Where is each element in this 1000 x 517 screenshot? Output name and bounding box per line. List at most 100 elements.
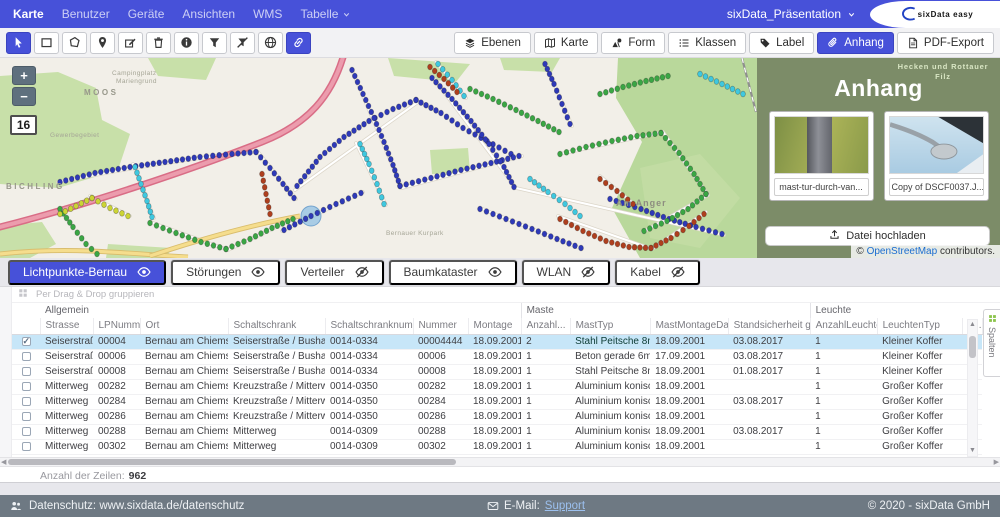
map-pin[interactable]	[322, 150, 327, 156]
row-checkbox[interactable]	[22, 382, 31, 391]
map-pin[interactable]	[702, 211, 707, 217]
map-pin[interactable]	[58, 211, 63, 217]
map-pin[interactable]	[707, 228, 712, 234]
map-pin[interactable]	[75, 230, 80, 236]
map-pin[interactable]	[461, 125, 466, 131]
map-pin[interactable]	[108, 205, 113, 211]
map-pin[interactable]	[359, 190, 364, 196]
map-pin[interactable]	[268, 165, 273, 171]
map-pin[interactable]	[440, 66, 445, 72]
map-pin[interactable]	[298, 219, 303, 225]
map-pin[interactable]	[638, 80, 643, 86]
map-pin[interactable]	[437, 72, 442, 78]
map-pin[interactable]	[551, 126, 556, 132]
row-checkbox[interactable]	[22, 427, 31, 436]
map-pin[interactable]	[291, 216, 296, 222]
map-pin[interactable]	[741, 91, 746, 97]
map-pin[interactable]	[95, 251, 100, 257]
map-pin[interactable]	[557, 94, 562, 100]
map-pin[interactable]	[455, 121, 460, 127]
map-pin[interactable]	[642, 228, 647, 234]
map-pin[interactable]	[598, 176, 603, 182]
map-pin[interactable]	[573, 209, 578, 215]
map-pin[interactable]	[615, 86, 620, 92]
map-pin[interactable]	[270, 225, 275, 231]
map-pin[interactable]	[512, 184, 517, 190]
map-pin[interactable]	[494, 153, 499, 159]
zoom-in-button[interactable]: +	[12, 66, 36, 85]
map-pin[interactable]	[614, 198, 619, 204]
map-pin[interactable]	[150, 214, 155, 220]
map-pin[interactable]	[262, 184, 267, 190]
map-pin[interactable]	[352, 193, 357, 199]
map-pin[interactable]	[379, 194, 384, 200]
column-header-standsicherheit-gepr[interactable]: Standsicherheit gepr.	[728, 318, 810, 334]
map-pin[interactable]	[528, 176, 533, 182]
map-pin[interactable]	[145, 162, 150, 168]
map-pin[interactable]	[713, 229, 718, 235]
map-pin[interactable]	[672, 145, 677, 151]
map-pin[interactable]	[416, 178, 421, 184]
map-pin[interactable]	[537, 183, 542, 189]
map-pin[interactable]	[579, 245, 584, 251]
map-pin[interactable]	[536, 118, 541, 124]
map-pin[interactable]	[546, 189, 551, 195]
map-pin[interactable]	[628, 134, 633, 140]
map-pin[interactable]	[309, 213, 314, 219]
map-pin[interactable]	[663, 135, 668, 141]
map-pin[interactable]	[217, 152, 222, 158]
scroll-up-arrow[interactable]: ▲	[968, 320, 977, 330]
map-pin[interactable]	[698, 71, 703, 77]
map-pin[interactable]	[644, 78, 649, 84]
map-pin[interactable]	[692, 219, 697, 225]
map-pin[interactable]	[450, 96, 455, 102]
map-pin[interactable]	[548, 234, 553, 240]
map-pin[interactable]	[497, 145, 502, 151]
map-pin[interactable]	[639, 206, 644, 212]
map-pin[interactable]	[217, 244, 222, 250]
map-pin[interactable]	[609, 240, 614, 246]
map-pin[interactable]	[377, 127, 382, 133]
map-pin[interactable]	[609, 88, 614, 94]
map-pin[interactable]	[87, 172, 92, 178]
map-pin[interactable]	[58, 179, 63, 185]
map-pin[interactable]	[557, 197, 562, 203]
map-pin[interactable]	[374, 121, 379, 127]
map-pin[interactable]	[436, 61, 441, 67]
column-header-anzahlleuchten[interactable]: AnzahlLeuchten	[810, 318, 877, 334]
map-pin[interactable]	[503, 148, 508, 154]
map-pin[interactable]	[174, 230, 179, 236]
map-pin[interactable]	[168, 158, 173, 164]
map-pin[interactable]	[517, 153, 522, 159]
map-pin[interactable]	[141, 187, 146, 193]
table-row[interactable]: Seiserstraße00006Bernau am ChiemseeSeise…	[12, 349, 982, 364]
layer-tab-verteiler[interactable]: Verteiler	[285, 260, 383, 285]
map-pin[interactable]	[603, 180, 608, 186]
delete-tool[interactable]	[146, 32, 171, 54]
map-pin[interactable]	[485, 94, 490, 100]
map-pin[interactable]	[621, 243, 626, 249]
row-checkbox[interactable]	[22, 352, 31, 361]
table-row[interactable]: Seiserstraße00004Bernau am ChiemseeSeise…	[12, 334, 982, 349]
map-pin[interactable]	[104, 168, 109, 174]
map-pin[interactable]	[79, 200, 84, 206]
attachment-thumbnail[interactable]: mast-tur-durch-van...	[769, 111, 874, 201]
filter-off-tool[interactable]	[230, 32, 255, 54]
map-pin[interactable]	[432, 68, 437, 74]
map-pin[interactable]	[653, 223, 658, 229]
map-pin[interactable]	[260, 171, 265, 177]
map-pin[interactable]	[684, 161, 689, 167]
map-pin[interactable]	[571, 148, 576, 154]
edit-tool[interactable]	[118, 32, 143, 54]
map-pin[interactable]	[680, 155, 685, 161]
map-pin[interactable]	[461, 109, 466, 115]
button-karte[interactable]: Karte	[534, 32, 599, 54]
map-pin[interactable]	[687, 223, 692, 229]
map-pin[interactable]	[616, 137, 621, 143]
map-pin[interactable]	[541, 186, 546, 192]
map-pin[interactable]	[668, 140, 673, 146]
map-pin[interactable]	[93, 170, 98, 176]
map-pin[interactable]	[281, 181, 286, 187]
map-pin[interactable]	[275, 223, 280, 229]
zoom-out-button[interactable]: −	[12, 87, 36, 106]
